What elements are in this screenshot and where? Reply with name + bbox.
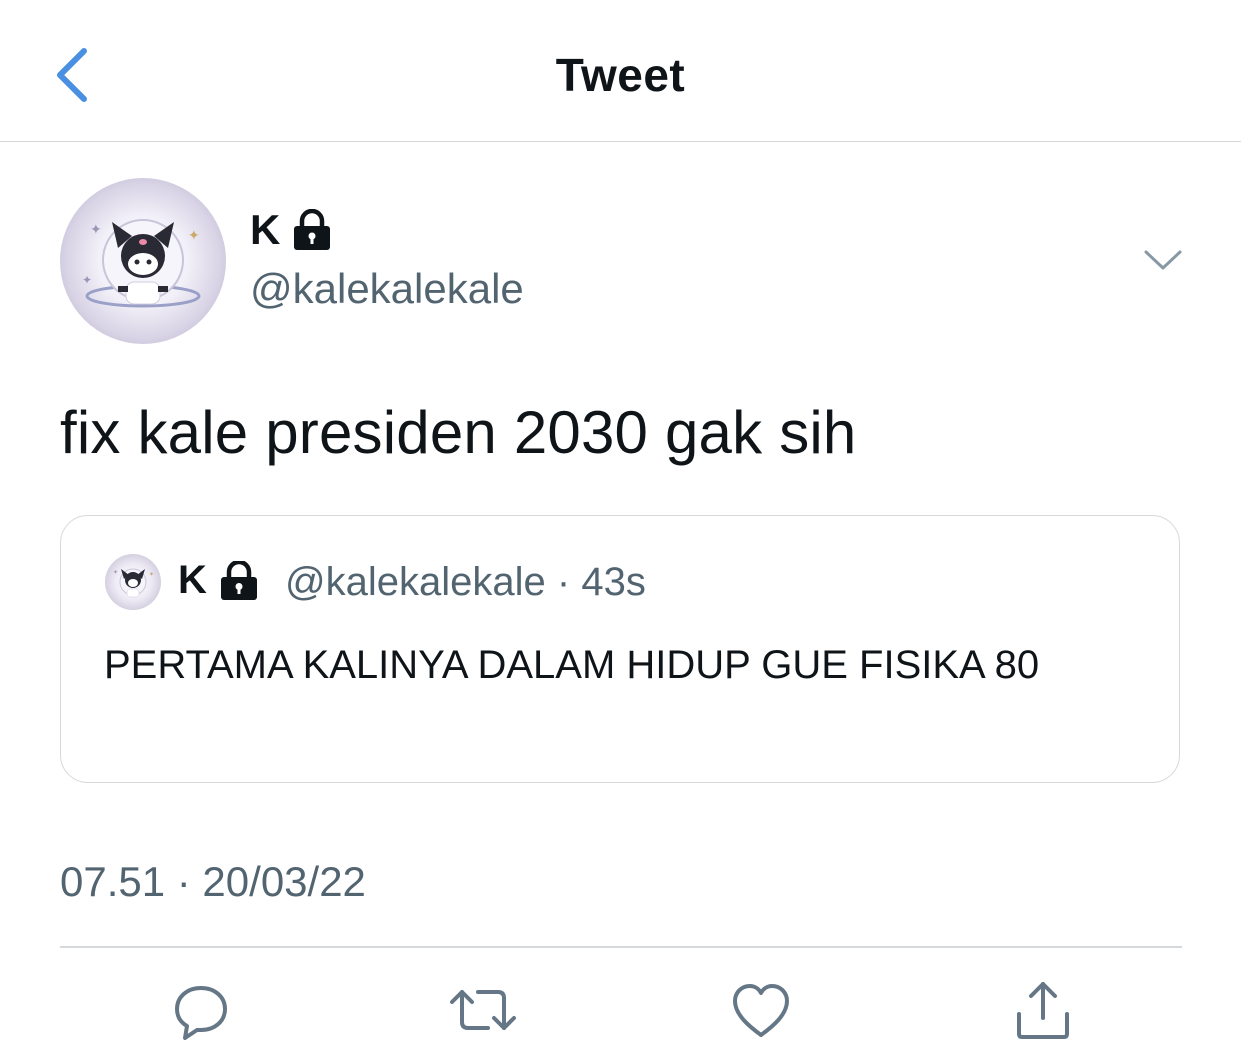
quote-avatar-image: ✦ ✦	[113, 568, 154, 598]
author-handle[interactable]: @kalekalekale	[250, 265, 524, 313]
page-title: Tweet	[555, 49, 686, 101]
share-icon	[1017, 982, 1069, 1039]
svg-text:✦: ✦	[90, 221, 102, 237]
action-bar	[0, 975, 1241, 1055]
tweet-timestamp: 07.51 · 20/03/22	[60, 858, 366, 905]
chevron-down-icon	[1144, 250, 1182, 270]
heart-icon	[733, 984, 789, 1037]
retweet-button[interactable]	[448, 975, 518, 1045]
top-bar: Tweet	[0, 0, 1241, 142]
quote-avatar: ✦ ✦	[105, 554, 161, 610]
svg-text:✦: ✦	[82, 273, 92, 287]
share-button[interactable]	[1008, 975, 1078, 1045]
avatar-image: ✦ ✦ ✦	[82, 219, 201, 308]
quote-age: 43s	[581, 560, 646, 604]
quote-meta: @kalekalekale · 43s	[285, 560, 646, 605]
meta-separator: ·	[556, 560, 571, 604]
svg-text:✦: ✦	[149, 571, 154, 578]
quote-text: PERTAMA KALINYA DALAM HIDUP GUE FISIKA 8…	[104, 643, 1040, 687]
reply-icon	[175, 986, 227, 1040]
avatar[interactable]: ✦ ✦ ✦	[60, 178, 226, 344]
tweet-text: fix kale presiden 2030 gak sih	[60, 399, 857, 466]
divider	[60, 946, 1182, 948]
quote-author-name-text: K	[178, 558, 207, 602]
tweet-menu-button[interactable]	[1138, 240, 1188, 280]
quote-author-name: K	[178, 558, 261, 603]
lock-icon	[217, 560, 261, 601]
retweet-icon	[450, 990, 516, 1030]
svg-text:✦: ✦	[113, 569, 118, 576]
like-button[interactable]	[726, 975, 796, 1045]
lock-icon	[290, 209, 334, 251]
quoted-tweet-card[interactable]: ✦ ✦ K @kalekalekale · 43s PERTAMA KALINY…	[60, 515, 1180, 783]
reply-button[interactable]	[166, 975, 236, 1045]
author-name[interactable]: K	[250, 206, 334, 254]
quote-author-handle: @kalekalekale	[285, 560, 546, 604]
svg-text:✦: ✦	[188, 227, 200, 243]
author-name-text: K	[250, 206, 281, 253]
